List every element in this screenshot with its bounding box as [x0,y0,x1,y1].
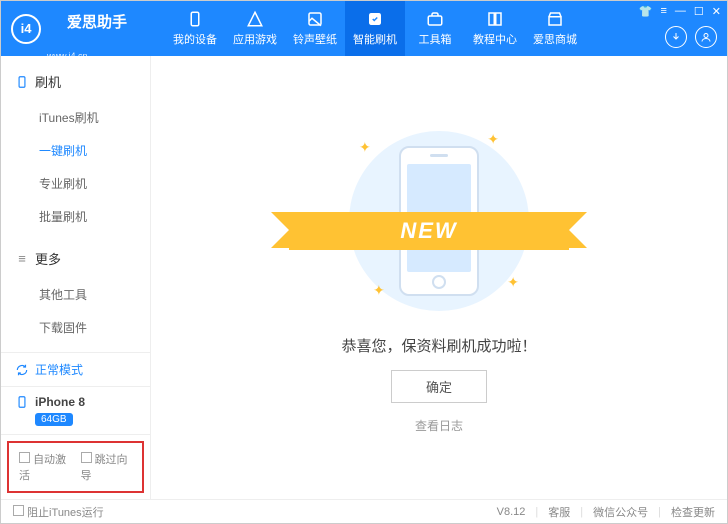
wallpaper-icon [306,10,324,28]
sparkle-icon: ✦ [373,282,385,299]
sidebar-item-other-tools[interactable]: 其他工具 [1,278,150,311]
logo-badge: i4 [11,14,41,44]
nav-store[interactable]: 爱思商城 [525,1,585,56]
minimize-icon[interactable]: — [675,5,686,18]
main-content: ✦ ✦ ✦ ✦ NEW 恭喜您，保资料刷机成功啦！ 确定 查看日志 [151,56,727,499]
sidebar-item-batch-flash[interactable]: 批量刷机 [1,200,150,233]
sidebar-item-itunes-flash[interactable]: iTunes刷机 [1,101,150,134]
phone-icon [186,10,204,28]
success-illustration: ✦ ✦ ✦ ✦ NEW [339,121,539,321]
sidebar: 刷机 iTunes刷机 一键刷机 专业刷机 批量刷机 ≡ 更多 其他工具 下载固… [1,56,151,499]
close-icon[interactable]: ✕ [712,5,721,18]
app-logo: i4 爱思助手 www.i4.cn [11,0,147,62]
sidebar-item-pro-flash[interactable]: 专业刷机 [1,167,150,200]
phone-outline-icon [15,75,29,89]
skin-icon[interactable]: 👕 [639,5,653,18]
nav-apps[interactable]: 应用游戏 [225,1,285,56]
nav-ringtones[interactable]: 铃声壁纸 [285,1,345,56]
maximize-icon[interactable]: ☐ [694,5,704,18]
header-right-icons [665,26,717,48]
stop-itunes-checkbox[interactable]: 阻止iTunes运行 [13,504,104,520]
device-mode[interactable]: 正常模式 [1,353,150,387]
footer-link-support[interactable]: 客服 [548,504,570,520]
user-icon[interactable] [695,26,717,48]
confirm-button[interactable]: 确定 [391,370,487,403]
menu-icon[interactable]: ≡ [660,5,666,18]
device-capacity-badge: 64GB [35,413,73,426]
nav-my-device[interactable]: 我的设备 [165,1,225,56]
flash-options-highlighted: 自动激活 跳过向导 [7,441,144,493]
book-icon [486,10,504,28]
list-icon: ≡ [15,252,29,266]
nav-tutorials[interactable]: 教程中心 [465,1,525,56]
nav-flash[interactable]: 智能刷机 [345,1,405,56]
footer-link-update[interactable]: 检查更新 [671,504,715,520]
device-info[interactable]: iPhone 8 64GB [1,387,150,435]
success-message: 恭喜您，保资料刷机成功啦！ [341,335,536,356]
version-label: V8.12 [497,506,526,518]
sparkle-icon: ✦ [507,274,519,291]
toolbox-icon [426,10,444,28]
app-header: i4 爱思助手 www.i4.cn 我的设备 应用游戏 铃声壁纸 智能刷机 工具… [1,1,727,56]
top-nav: 我的设备 应用游戏 铃声壁纸 智能刷机 工具箱 教程中心 爱思商城 [165,1,585,56]
apps-icon [246,10,264,28]
download-icon[interactable] [665,26,687,48]
app-title: 爱思助手 [47,0,147,52]
view-log-link[interactable]: 查看日志 [415,417,463,434]
footer-link-wechat[interactable]: 微信公众号 [593,504,648,520]
app-url: www.i4.cn [47,52,147,62]
sidebar-item-advanced[interactable]: 高级功能 [1,344,150,352]
store-icon [546,10,564,28]
status-bar: 阻止iTunes运行 V8.12 | 客服 | 微信公众号 | 检查更新 [1,499,727,523]
sidebar-group-flash[interactable]: 刷机 [1,66,150,97]
refresh-icon [15,363,29,377]
auto-activate-checkbox[interactable]: 自动激活 [19,451,71,483]
flash-icon [366,10,384,28]
sidebar-item-oneclick-flash[interactable]: 一键刷机 [1,134,150,167]
sparkle-icon: ✦ [487,131,499,148]
sidebar-item-download-firmware[interactable]: 下载固件 [1,311,150,344]
sidebar-group-more[interactable]: ≡ 更多 [1,243,150,274]
device-name: iPhone 8 [35,395,85,409]
device-phone-icon [15,395,29,409]
sparkle-icon: ✦ [359,139,371,156]
nav-toolbox[interactable]: 工具箱 [405,1,465,56]
new-ribbon: NEW [289,212,569,250]
window-controls: 👕 ≡ — ☐ ✕ [639,5,721,18]
skip-guide-checkbox[interactable]: 跳过向导 [81,451,133,483]
